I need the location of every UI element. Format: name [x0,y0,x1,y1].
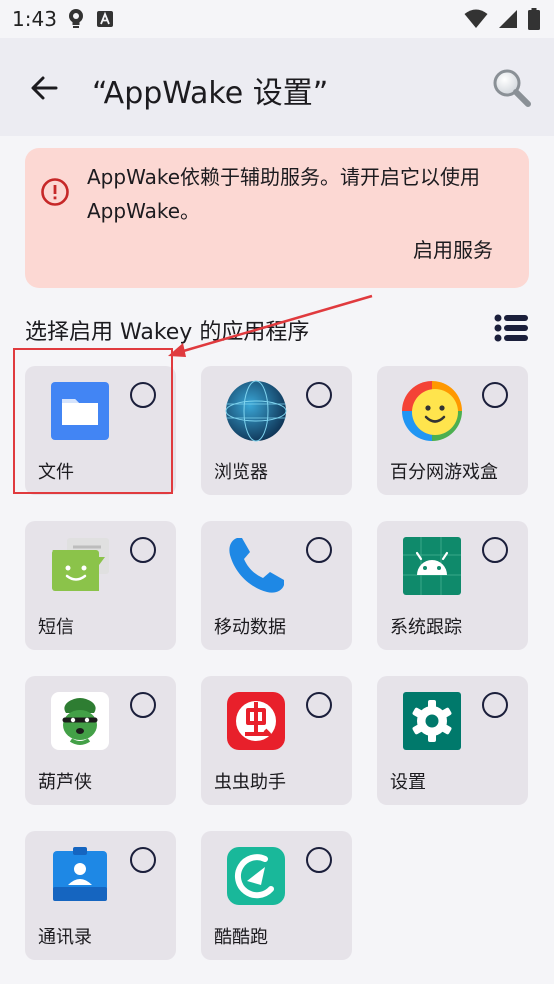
app-tile-contacts[interactable]: 通讯录 [25,831,176,960]
files-icon [51,382,109,440]
search-button[interactable] [490,66,532,108]
lightbulb-icon [68,8,84,34]
app-label: 通讯录 [38,927,92,948]
select-radio[interactable] [482,692,508,718]
huluxia-icon [51,692,109,750]
app-tile-huluxia[interactable]: 葫芦侠 [25,676,176,805]
app-tile-settings[interactable]: 设置 [377,676,528,805]
app-label: 移动数据 [214,617,286,638]
select-radio[interactable] [130,382,156,408]
select-radio[interactable] [482,382,508,408]
app-bar: “AppWake 设置” [0,38,554,136]
settings-gear-icon [403,692,461,750]
status-bar: 1:43 [0,0,554,38]
section-title: 选择启用 Wakey 的应用程序 [25,320,310,345]
select-radio[interactable] [482,537,508,563]
page-title: “AppWake 设置” [92,76,329,111]
app-label: 系统跟踪 [390,617,462,638]
chongchong-icon [227,692,285,750]
select-radio[interactable] [130,847,156,873]
app-label: 酷酷跑 [214,927,268,948]
select-radio[interactable] [306,692,332,718]
select-radio[interactable] [306,382,332,408]
wifi-icon [464,9,488,33]
app-tile-kukupao[interactable]: 酷酷跑 [201,831,352,960]
messages-icon [52,538,109,591]
search-icon [493,69,531,107]
app-label: 短信 [38,617,74,638]
game-box-icon [402,381,462,441]
app-label: 设置 [390,772,426,793]
list-view-icon [494,314,528,342]
browser-icon [225,380,287,442]
phone-icon [229,538,284,593]
app-tile-messages[interactable]: 短信 [25,521,176,650]
app-tile-files[interactable]: 文件 [25,366,176,495]
list-view-toggle[interactable] [494,313,528,343]
kukupao-icon [227,847,285,905]
enable-service-button[interactable]: 启用服务 [413,234,493,263]
app-tile-chongchong[interactable]: 虫虫助手 [201,676,352,805]
banner-message: AppWake依赖于辅助服务。请开启它以使用 AppWake。 [87,165,480,223]
error-icon [41,178,69,206]
status-time: 1:43 [12,7,57,31]
app-label: 文件 [38,462,74,483]
app-tile-browser[interactable]: 浏览器 [201,366,352,495]
contacts-icon [53,847,107,901]
battery-icon [528,8,540,34]
select-radio[interactable] [306,537,332,563]
arrow-back-icon [31,76,58,100]
keyboard-a-icon [96,10,114,32]
app-label: 葫芦侠 [38,772,92,793]
select-radio[interactable] [130,692,156,718]
app-label: 浏览器 [214,462,268,483]
accessibility-warning-banner: AppWake依赖于辅助服务。请开启它以使用 AppWake。 启用服务 [25,148,529,288]
android-icon [403,537,461,595]
back-button[interactable] [24,68,64,108]
select-radio[interactable] [306,847,332,873]
app-tile-game-box[interactable]: 百分网游戏盒 [377,366,528,495]
app-tile-system-tracing[interactable]: 系统跟踪 [377,521,528,650]
app-label: 虫虫助手 [214,772,286,793]
app-label: 百分网游戏盒 [390,462,498,483]
app-tile-mobile-data[interactable]: 移动数据 [201,521,352,650]
signal-icon [498,9,518,33]
select-radio[interactable] [130,537,156,563]
